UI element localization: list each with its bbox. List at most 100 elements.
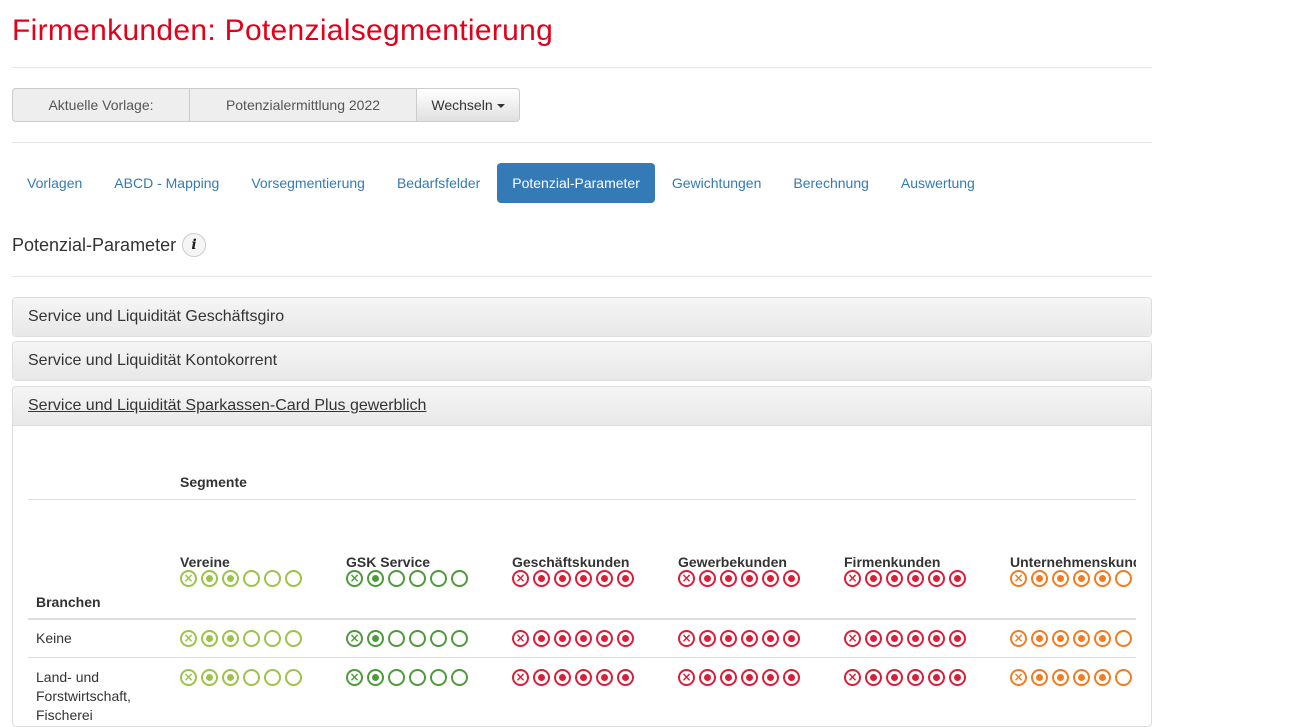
level-empty-circle-icon[interactable] <box>409 669 426 686</box>
level-filled-dot-icon[interactable] <box>367 669 384 686</box>
level-filled-dot-icon[interactable] <box>201 669 218 686</box>
level-filled-dot-icon[interactable] <box>928 669 945 686</box>
nav-pill-auswertung[interactable]: Auswertung <box>886 163 990 203</box>
level-filled-dot-icon[interactable] <box>222 570 239 587</box>
panel-heading[interactable]: Service und Liquidität Kontokorrent <box>13 342 1151 380</box>
nav-pill-vorlagen[interactable]: Vorlagen <box>12 163 97 203</box>
level-empty-circle-icon[interactable] <box>243 570 260 587</box>
level-none-x-icon[interactable]: × <box>180 630 197 647</box>
level-empty-circle-icon[interactable] <box>388 669 405 686</box>
level-filled-dot-icon[interactable] <box>886 669 903 686</box>
level-none-x-icon[interactable]: × <box>1010 570 1027 587</box>
level-filled-dot-icon[interactable] <box>699 669 716 686</box>
level-filled-dot-icon[interactable] <box>1094 669 1111 686</box>
level-filled-dot-icon[interactable] <box>907 669 924 686</box>
level-filled-dot-icon[interactable] <box>222 669 239 686</box>
level-none-x-icon[interactable]: × <box>512 669 529 686</box>
level-filled-dot-icon[interactable] <box>783 669 800 686</box>
level-filled-dot-icon[interactable] <box>575 669 592 686</box>
level-empty-circle-icon[interactable] <box>451 570 468 587</box>
level-none-x-icon[interactable]: × <box>180 669 197 686</box>
level-filled-dot-icon[interactable] <box>720 570 737 587</box>
level-filled-dot-icon[interactable] <box>907 570 924 587</box>
level-filled-dot-icon[interactable] <box>783 570 800 587</box>
level-empty-circle-icon[interactable] <box>451 630 468 647</box>
level-none-x-icon[interactable]: × <box>678 570 695 587</box>
level-filled-dot-icon[interactable] <box>907 630 924 647</box>
level-filled-dot-icon[interactable] <box>1031 570 1048 587</box>
level-filled-dot-icon[interactable] <box>741 570 758 587</box>
level-empty-circle-icon[interactable] <box>451 669 468 686</box>
panel-heading[interactable]: Service und Liquidität Geschäftsgiro <box>13 298 1151 336</box>
level-empty-circle-icon[interactable] <box>388 630 405 647</box>
level-filled-dot-icon[interactable] <box>596 669 613 686</box>
nav-pill-berechnung[interactable]: Berechnung <box>778 163 884 203</box>
level-filled-dot-icon[interactable] <box>533 570 550 587</box>
nav-pill-abcd-mapping[interactable]: ABCD - Mapping <box>99 163 234 203</box>
level-none-x-icon[interactable]: × <box>346 630 363 647</box>
level-none-x-icon[interactable]: × <box>678 630 695 647</box>
nav-pill-vorsegmentierung[interactable]: Vorsegmentierung <box>236 163 380 203</box>
level-filled-dot-icon[interactable] <box>928 570 945 587</box>
level-empty-circle-icon[interactable] <box>409 570 426 587</box>
level-none-x-icon[interactable]: × <box>844 669 861 686</box>
nav-pill-potenzial-parameter[interactable]: Potenzial-Parameter <box>497 163 655 203</box>
level-filled-dot-icon[interactable] <box>533 630 550 647</box>
level-filled-dot-icon[interactable] <box>928 630 945 647</box>
level-empty-circle-icon[interactable] <box>430 669 447 686</box>
level-filled-dot-icon[interactable] <box>201 630 218 647</box>
level-empty-circle-icon[interactable] <box>1115 669 1132 686</box>
level-filled-dot-icon[interactable] <box>741 669 758 686</box>
level-empty-circle-icon[interactable] <box>1115 630 1132 647</box>
level-empty-circle-icon[interactable] <box>409 630 426 647</box>
level-filled-dot-icon[interactable] <box>596 570 613 587</box>
level-none-x-icon[interactable]: × <box>180 570 197 587</box>
level-empty-circle-icon[interactable] <box>1115 570 1132 587</box>
level-filled-dot-icon[interactable] <box>554 669 571 686</box>
nav-pill-gewichtungen[interactable]: Gewichtungen <box>657 163 777 203</box>
level-filled-dot-icon[interactable] <box>1073 570 1090 587</box>
level-none-x-icon[interactable]: × <box>678 669 695 686</box>
level-empty-circle-icon[interactable] <box>264 630 281 647</box>
level-filled-dot-icon[interactable] <box>762 669 779 686</box>
level-none-x-icon[interactable]: × <box>346 570 363 587</box>
panel-heading[interactable]: Service und Liquidität Sparkassen-Card P… <box>13 387 1151 426</box>
level-empty-circle-icon[interactable] <box>430 630 447 647</box>
level-filled-dot-icon[interactable] <box>617 630 634 647</box>
level-filled-dot-icon[interactable] <box>865 570 882 587</box>
level-empty-circle-icon[interactable] <box>285 669 302 686</box>
level-filled-dot-icon[interactable] <box>699 630 716 647</box>
level-filled-dot-icon[interactable] <box>949 630 966 647</box>
level-filled-dot-icon[interactable] <box>762 630 779 647</box>
level-filled-dot-icon[interactable] <box>1073 630 1090 647</box>
level-filled-dot-icon[interactable] <box>596 630 613 647</box>
level-filled-dot-icon[interactable] <box>762 570 779 587</box>
level-empty-circle-icon[interactable] <box>264 669 281 686</box>
level-filled-dot-icon[interactable] <box>1052 630 1069 647</box>
level-filled-dot-icon[interactable] <box>1052 570 1069 587</box>
level-empty-circle-icon[interactable] <box>388 570 405 587</box>
level-empty-circle-icon[interactable] <box>285 630 302 647</box>
level-none-x-icon[interactable]: × <box>1010 669 1027 686</box>
level-filled-dot-icon[interactable] <box>554 570 571 587</box>
level-filled-dot-icon[interactable] <box>1094 630 1111 647</box>
level-filled-dot-icon[interactable] <box>1052 669 1069 686</box>
level-filled-dot-icon[interactable] <box>575 570 592 587</box>
level-none-x-icon[interactable]: × <box>512 630 529 647</box>
level-filled-dot-icon[interactable] <box>783 630 800 647</box>
level-filled-dot-icon[interactable] <box>201 570 218 587</box>
level-none-x-icon[interactable]: × <box>346 669 363 686</box>
level-filled-dot-icon[interactable] <box>1094 570 1111 587</box>
level-filled-dot-icon[interactable] <box>575 630 592 647</box>
level-filled-dot-icon[interactable] <box>367 630 384 647</box>
level-filled-dot-icon[interactable] <box>1031 669 1048 686</box>
level-filled-dot-icon[interactable] <box>1031 630 1048 647</box>
level-none-x-icon[interactable]: × <box>1010 630 1027 647</box>
nav-pill-bedarfsfelder[interactable]: Bedarfsfelder <box>382 163 495 203</box>
level-filled-dot-icon[interactable] <box>720 630 737 647</box>
level-filled-dot-icon[interactable] <box>886 570 903 587</box>
level-filled-dot-icon[interactable] <box>699 570 716 587</box>
level-empty-circle-icon[interactable] <box>243 630 260 647</box>
level-filled-dot-icon[interactable] <box>533 669 550 686</box>
level-filled-dot-icon[interactable] <box>617 570 634 587</box>
